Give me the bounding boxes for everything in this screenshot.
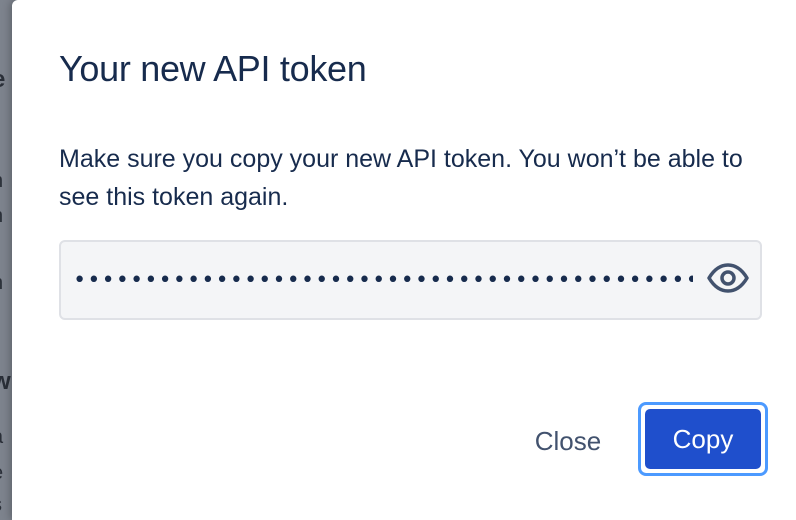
backdrop-text: e xyxy=(0,66,5,94)
dialog-title: Your new API token xyxy=(59,48,367,89)
backdrop-text: n xyxy=(0,272,3,295)
backdrop-text: n xyxy=(0,205,3,228)
show-token-button[interactable] xyxy=(706,260,750,300)
backdrop-text: e xyxy=(0,462,3,485)
close-button[interactable]: Close xyxy=(520,414,616,468)
api-token-dialog: Your new API token Make sure you copy yo… xyxy=(12,0,796,520)
backdrop-text: w xyxy=(0,368,11,395)
backdrop-text: s xyxy=(0,494,2,517)
backdrop-text: n xyxy=(0,170,3,193)
backdrop-text: a xyxy=(0,426,3,449)
copy-button[interactable]: Copy xyxy=(645,409,761,469)
eye-icon xyxy=(707,262,749,298)
token-field xyxy=(59,240,762,320)
token-input[interactable] xyxy=(73,254,693,306)
dialog-description: Make sure you copy your new API token. Y… xyxy=(59,145,743,211)
